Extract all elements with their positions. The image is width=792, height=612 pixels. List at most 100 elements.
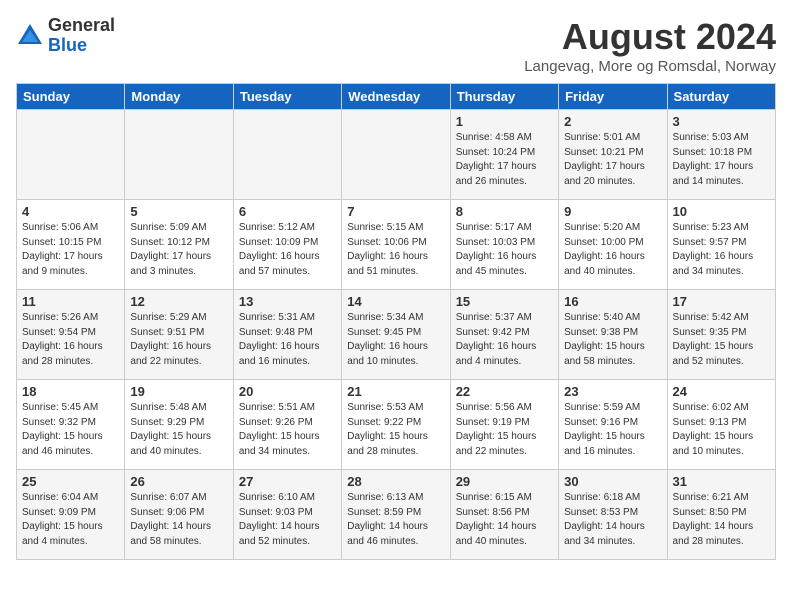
calendar-cell: 20 Sunrise: 5:51 AM Sunset: 9:26 PM Dayli… xyxy=(233,380,341,470)
day-number: 25 xyxy=(22,474,119,489)
day-info: Sunrise: 6:04 AM Sunset: 9:09 PM Dayligh… xyxy=(22,491,119,549)
day-info: Sunrise: 5:51 AM Sunset: 9:26 PM Dayligh… xyxy=(239,401,336,459)
column-header-saturday: Saturday xyxy=(667,84,775,110)
day-info: Sunrise: 5:29 AM Sunset: 9:51 PM Dayligh… xyxy=(130,311,227,369)
calendar-cell: 8 Sunrise: 5:17 AM Sunset: 10:03 PM Dayli… xyxy=(450,200,558,290)
calendar-cell: 27 Sunrise: 6:10 AM Sunset: 9:03 PM Dayli… xyxy=(233,470,341,560)
day-info: Sunrise: 6:18 AM Sunset: 8:53 PM Dayligh… xyxy=(564,491,661,549)
day-number: 16 xyxy=(564,294,661,309)
calendar-cell xyxy=(17,110,125,200)
day-info: Sunrise: 6:21 AM Sunset: 8:50 PM Dayligh… xyxy=(673,491,770,549)
calendar-cell: 15 Sunrise: 5:37 AM Sunset: 9:42 PM Dayli… xyxy=(450,290,558,380)
day-info: Sunrise: 5:37 AM Sunset: 9:42 PM Dayligh… xyxy=(456,311,553,369)
day-number: 7 xyxy=(347,204,444,219)
logo-general: General xyxy=(48,16,115,36)
day-info: Sunrise: 6:07 AM Sunset: 9:06 PM Dayligh… xyxy=(130,491,227,549)
calendar-cell: 26 Sunrise: 6:07 AM Sunset: 9:06 PM Dayli… xyxy=(125,470,233,560)
day-number: 19 xyxy=(130,384,227,399)
calendar-week-3: 11 Sunrise: 5:26 AM Sunset: 9:54 PM Dayli… xyxy=(17,290,776,380)
day-number: 12 xyxy=(130,294,227,309)
calendar-week-2: 4 Sunrise: 5:06 AM Sunset: 10:15 PM Dayli… xyxy=(17,200,776,290)
day-number: 1 xyxy=(456,114,553,129)
column-header-sunday: Sunday xyxy=(17,84,125,110)
calendar-cell: 6Sunrise: 5:12 AM Sunset: 10:09 PM Dayli… xyxy=(233,200,341,290)
logo: General Blue xyxy=(16,16,115,56)
day-number: 31 xyxy=(673,474,770,489)
calendar-week-4: 18Sunrise: 5:45 AM Sunset: 9:32 PM Dayli… xyxy=(17,380,776,470)
day-info: Sunrise: 5:06 AM Sunset: 10:15 PM Daylig… xyxy=(22,221,119,279)
day-number: 11 xyxy=(22,294,119,309)
column-header-monday: Monday xyxy=(125,84,233,110)
calendar-cell xyxy=(125,110,233,200)
day-info: Sunrise: 5:15 AM Sunset: 10:06 PM Daylig… xyxy=(347,221,444,279)
day-number: 2 xyxy=(564,114,661,129)
calendar-cell: 9 Sunrise: 5:20 AM Sunset: 10:00 PM Dayli… xyxy=(559,200,667,290)
day-info: Sunrise: 5:03 AM Sunset: 10:18 PM Daylig… xyxy=(673,131,770,189)
day-number: 8 xyxy=(456,204,553,219)
calendar-cell: 29 Sunrise: 6:15 AM Sunset: 8:56 PM Dayli… xyxy=(450,470,558,560)
calendar-week-1: 1 Sunrise: 4:58 AM Sunset: 10:24 PM Dayli… xyxy=(17,110,776,200)
calendar-cell: 2 Sunrise: 5:01 AM Sunset: 10:21 PM Dayli… xyxy=(559,110,667,200)
day-info: Sunrise: 4:58 AM Sunset: 10:24 PM Daylig… xyxy=(456,131,553,189)
day-info: Sunrise: 5:20 AM Sunset: 10:00 PM Daylig… xyxy=(564,221,661,279)
page-header: General Blue August 2024 Langevag, More … xyxy=(16,16,776,75)
title-block: August 2024 Langevag, More og Romsdal, N… xyxy=(524,16,776,75)
logo-icon xyxy=(16,22,44,50)
day-info: Sunrise: 5:40 AM Sunset: 9:38 PM Dayligh… xyxy=(564,311,661,369)
calendar-cell: 25 Sunrise: 6:04 AM Sunset: 9:09 PM Dayli… xyxy=(17,470,125,560)
column-header-tuesday: Tuesday xyxy=(233,84,341,110)
day-number: 13 xyxy=(239,294,336,309)
day-info: Sunrise: 5:53 AM Sunset: 9:22 PM Dayligh… xyxy=(347,401,444,459)
day-number: 4 xyxy=(22,204,119,219)
calendar-cell: 21 Sunrise: 5:53 AM Sunset: 9:22 PM Dayli… xyxy=(342,380,450,470)
column-header-wednesday: Wednesday xyxy=(342,84,450,110)
calendar-cell: 24 Sunrise: 6:02 AM Sunset: 9:13 PM Dayli… xyxy=(667,380,775,470)
day-info: Sunrise: 5:56 AM Sunset: 9:19 PM Dayligh… xyxy=(456,401,553,459)
calendar-cell: 18Sunrise: 5:45 AM Sunset: 9:32 PM Dayli… xyxy=(17,380,125,470)
calendar-cell: 22Sunrise: 5:56 AM Sunset: 9:19 PM Dayli… xyxy=(450,380,558,470)
day-info: Sunrise: 6:10 AM Sunset: 9:03 PM Dayligh… xyxy=(239,491,336,549)
calendar-table: SundayMondayTuesdayWednesdayThursdayFrid… xyxy=(16,83,776,560)
day-number: 24 xyxy=(673,384,770,399)
day-number: 29 xyxy=(456,474,553,489)
calendar-week-5: 25 Sunrise: 6:04 AM Sunset: 9:09 PM Dayli… xyxy=(17,470,776,560)
calendar-cell: 17 Sunrise: 5:42 AM Sunset: 9:35 PM Dayli… xyxy=(667,290,775,380)
day-info: Sunrise: 5:31 AM Sunset: 9:48 PM Dayligh… xyxy=(239,311,336,369)
calendar-cell xyxy=(233,110,341,200)
calendar-cell: 12 Sunrise: 5:29 AM Sunset: 9:51 PM Dayli… xyxy=(125,290,233,380)
day-number: 26 xyxy=(130,474,227,489)
day-info: Sunrise: 6:02 AM Sunset: 9:13 PM Dayligh… xyxy=(673,401,770,459)
calendar-cell: 11 Sunrise: 5:26 AM Sunset: 9:54 PM Dayli… xyxy=(17,290,125,380)
calendar-header-row: SundayMondayTuesdayWednesdayThursdayFrid… xyxy=(17,84,776,110)
day-info: Sunrise: 5:42 AM Sunset: 9:35 PM Dayligh… xyxy=(673,311,770,369)
day-info: Sunrise: 5:09 AM Sunset: 10:12 PM Daylig… xyxy=(130,221,227,279)
day-number: 28 xyxy=(347,474,444,489)
day-number: 5 xyxy=(130,204,227,219)
day-info: Sunrise: 5:01 AM Sunset: 10:21 PM Daylig… xyxy=(564,131,661,189)
day-number: 23 xyxy=(564,384,661,399)
day-info: Sunrise: 5:12 AM Sunset: 10:09 PM Daylig… xyxy=(239,221,336,279)
calendar-cell: 1 Sunrise: 4:58 AM Sunset: 10:24 PM Dayli… xyxy=(450,110,558,200)
day-number: 15 xyxy=(456,294,553,309)
day-info: Sunrise: 6:15 AM Sunset: 8:56 PM Dayligh… xyxy=(456,491,553,549)
column-header-friday: Friday xyxy=(559,84,667,110)
logo-text: General Blue xyxy=(48,16,115,56)
day-number: 18 xyxy=(22,384,119,399)
day-info: Sunrise: 5:48 AM Sunset: 9:29 PM Dayligh… xyxy=(130,401,227,459)
day-number: 9 xyxy=(564,204,661,219)
day-number: 17 xyxy=(673,294,770,309)
day-number: 3 xyxy=(673,114,770,129)
calendar-cell: 14Sunrise: 5:34 AM Sunset: 9:45 PM Dayli… xyxy=(342,290,450,380)
calendar-cell: 7 Sunrise: 5:15 AM Sunset: 10:06 PM Dayli… xyxy=(342,200,450,290)
day-number: 20 xyxy=(239,384,336,399)
calendar-cell: 23Sunrise: 5:59 AM Sunset: 9:16 PM Dayli… xyxy=(559,380,667,470)
day-number: 30 xyxy=(564,474,661,489)
calendar-cell: 5 Sunrise: 5:09 AM Sunset: 10:12 PM Dayli… xyxy=(125,200,233,290)
month-year-title: August 2024 xyxy=(524,16,776,58)
day-number: 27 xyxy=(239,474,336,489)
day-number: 21 xyxy=(347,384,444,399)
day-info: Sunrise: 5:26 AM Sunset: 9:54 PM Dayligh… xyxy=(22,311,119,369)
day-info: Sunrise: 5:17 AM Sunset: 10:03 PM Daylig… xyxy=(456,221,553,279)
calendar-cell: 19 Sunrise: 5:48 AM Sunset: 9:29 PM Dayli… xyxy=(125,380,233,470)
calendar-cell: 31 Sunrise: 6:21 AM Sunset: 8:50 PM Dayli… xyxy=(667,470,775,560)
